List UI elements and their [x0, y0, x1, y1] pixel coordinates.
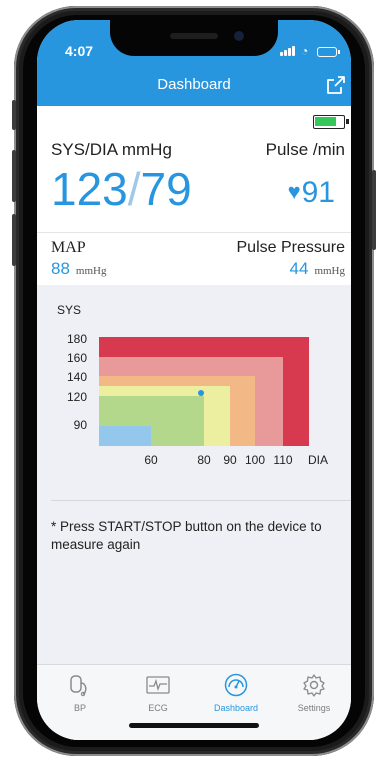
map-unit: mmHg — [75, 265, 107, 277]
pulse-pressure-value: 44 mmHg — [290, 259, 345, 279]
map-label: MAP — [51, 239, 86, 256]
app-header: 4:07 ◔ Dashboard — [37, 20, 351, 106]
bp-cuff-icon — [70, 675, 87, 697]
tab-bp[interactable]: BP — [41, 665, 119, 725]
wifi-icon: ◔ — [301, 44, 309, 58]
chart-y-axis-label: SYS — [57, 303, 82, 317]
chart-zone-5 — [99, 426, 151, 446]
tab-dashboard[interactable]: Dashboard — [197, 665, 275, 725]
tab-settings[interactable]: Settings — [275, 665, 351, 725]
chart-y-tick: 180 — [66, 332, 87, 346]
chart-x-axis-label: DIA — [308, 453, 329, 467]
bp-classification-chart: SYS DIA 180 160 140 120 90 60 80 90 100 110 — [37, 285, 351, 485]
sys-value: 123 — [51, 163, 128, 215]
chart-x-tick: 60 — [144, 453, 158, 467]
tab-dashboard-label: Dashboard — [213, 703, 259, 713]
chart-x-tick: 90 — [223, 453, 237, 467]
mute-switch — [12, 100, 16, 130]
app-screen: 4:07 ◔ Dashboard SYS/DIA mmHg Pulse /min… — [37, 20, 351, 740]
sysdia-separator: / — [127, 163, 141, 215]
tab-ecg[interactable]: ECG — [119, 665, 197, 725]
note-divider — [51, 500, 351, 501]
share-icon[interactable] — [324, 73, 348, 97]
dashboard-gauge-icon — [224, 673, 248, 697]
chart-y-tick: 120 — [66, 390, 87, 404]
card-divider — [37, 232, 351, 233]
status-time: 4:07 — [65, 43, 94, 59]
front-camera — [234, 31, 244, 41]
sysdia-label: SYS/DIA mmHg — [51, 140, 172, 159]
volume-down-button — [12, 214, 16, 266]
chart-y-tick: 160 — [66, 351, 87, 365]
gear-icon — [303, 674, 325, 697]
map-number: 88 — [51, 259, 70, 278]
tab-ecg-label: ECG — [148, 703, 168, 713]
measure-note: * Press START/STOP button on the device … — [51, 519, 322, 552]
pulse-value: ♥91 — [288, 176, 335, 210]
status-battery-icon — [317, 47, 340, 57]
volume-up-button — [12, 150, 16, 202]
cellular-signal-icon — [280, 46, 298, 56]
chart-x-tick: 100 — [244, 453, 266, 467]
tab-bar: BP ECG Dashboard Settings — [37, 664, 351, 740]
chart-x-tick: 80 — [197, 453, 211, 467]
heart-icon: ♥ — [287, 179, 301, 204]
page-title: Dashboard — [157, 76, 231, 93]
notch — [110, 20, 278, 56]
map-value: 88 mmHg — [51, 259, 106, 279]
pulse-pressure-label: Pulse Pressure — [236, 239, 346, 256]
power-button — [372, 170, 376, 250]
tab-bp-label: BP — [73, 703, 86, 713]
pulse-pressure-unit: mmHg — [314, 265, 345, 277]
chart-y-tick: 140 — [66, 370, 87, 384]
readings-card: SYS/DIA mmHg Pulse /min 123/79 ♥91 MAP 8… — [37, 106, 351, 285]
chart-y-tick: 90 — [73, 418, 87, 432]
device-battery-icon — [313, 115, 349, 129]
pulse-number: 91 — [301, 176, 335, 209]
pulse-pressure-number: 44 — [289, 259, 309, 278]
home-indicator — [129, 723, 259, 728]
sysdia-value: 123/79 — [51, 162, 192, 216]
chart-x-tick: 110 — [273, 453, 293, 467]
dia-value: 79 — [140, 163, 192, 215]
tab-settings-label: Settings — [297, 703, 331, 713]
pulse-label: Pulse /min — [265, 140, 345, 159]
speaker-grille — [170, 33, 218, 39]
ecg-icon — [146, 676, 170, 694]
